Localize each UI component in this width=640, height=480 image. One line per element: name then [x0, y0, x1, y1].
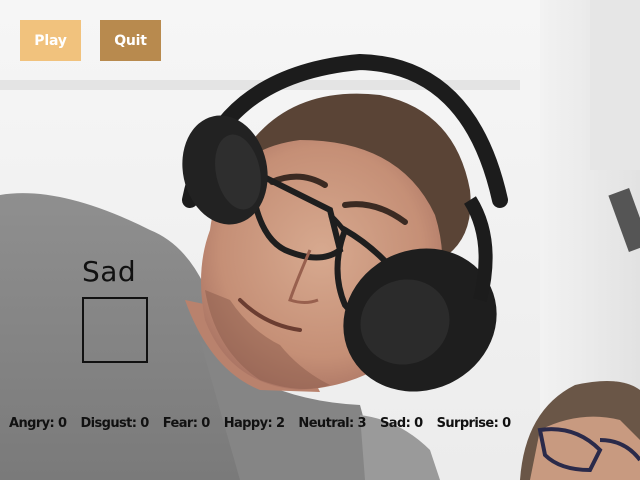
stat-disgust: Disgust: 0	[80, 416, 149, 431]
emotion-target-box	[82, 297, 148, 363]
quit-button[interactable]: Quit	[100, 20, 161, 61]
stat-fear: Fear: 0	[162, 416, 211, 431]
play-button[interactable]: Play	[20, 20, 81, 61]
emotion-counts-bar: Angry: 0 Disgust: 0 Fear: 0 Happy: 2 Neu…	[9, 416, 629, 431]
stat-angry: Angry: 0	[9, 416, 67, 431]
stat-neutral: Neutral: 3	[298, 416, 366, 431]
stat-happy: Happy: 2	[223, 416, 285, 431]
webcam-feed	[0, 0, 640, 480]
app-window: Play Quit Sad Angry: 0 Disgust: 0 Fear: …	[0, 0, 640, 480]
stat-surprise: Surprise: 0	[436, 416, 512, 431]
stat-sad: Sad: 0	[380, 416, 423, 431]
detected-emotion-label: Sad	[82, 255, 137, 288]
